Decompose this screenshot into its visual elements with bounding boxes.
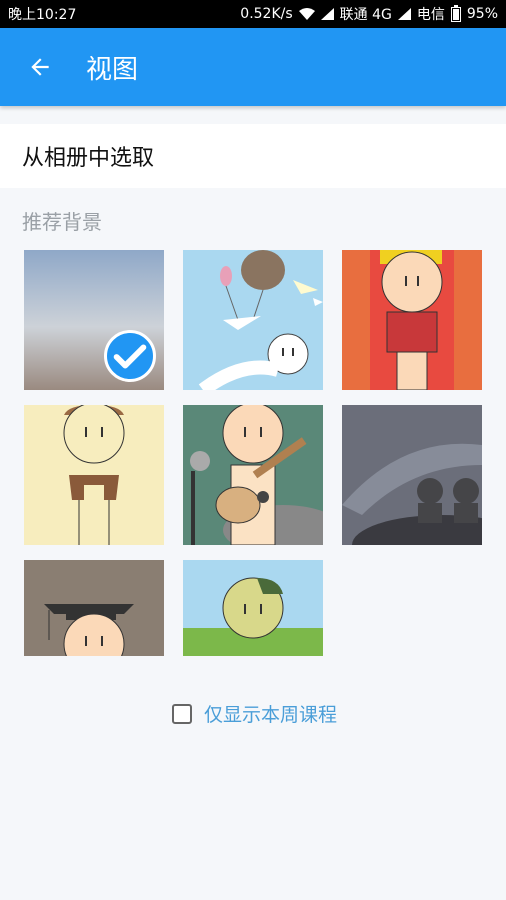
- section-title: 推荐背景: [22, 210, 102, 234]
- wifi-icon: [298, 8, 315, 20]
- background-thumb-graduate[interactable]: [24, 560, 164, 656]
- background-thumb-firecrackers[interactable]: [342, 250, 482, 390]
- week-only-toggle[interactable]: 仅显示本周课程: [172, 700, 337, 727]
- background-thumb-sky[interactable]: [24, 250, 164, 390]
- background-thumb-night-sky[interactable]: [342, 405, 482, 545]
- pick-from-album-label: 从相册中选取: [22, 146, 155, 171]
- status-bar: 晚上10:27 0.52K/s 联通 4G 电信 95%: [0, 0, 506, 28]
- status-time: 晚上10:27: [8, 7, 77, 23]
- network-speed: 0.52K/s: [240, 6, 293, 22]
- signal-icon-2: [397, 8, 411, 20]
- carrier-2: 电信: [416, 7, 445, 23]
- background-thumb-kite[interactable]: [183, 250, 323, 390]
- selected-check-icon: [104, 330, 156, 382]
- week-only-label: 仅显示本周课程: [204, 704, 338, 726]
- week-only-checkbox[interactable]: [172, 703, 192, 724]
- back-button[interactable]: [26, 53, 54, 81]
- background-thumb-camouflage[interactable]: [183, 560, 323, 656]
- battery-icon: [450, 4, 461, 22]
- battery-level: 95%: [466, 6, 498, 22]
- background-thumb-scarf[interactable]: [24, 405, 164, 545]
- app-bar: 视图: [0, 28, 506, 106]
- pick-from-album-button[interactable]: 从相册中选取: [0, 124, 506, 188]
- background-thumb-guitar[interactable]: [183, 405, 323, 545]
- signal-icon: [320, 8, 334, 20]
- page-title: 视图: [86, 54, 139, 85]
- carrier-1: 联通 4G: [339, 7, 392, 23]
- arrow-left-icon: [31, 58, 49, 76]
